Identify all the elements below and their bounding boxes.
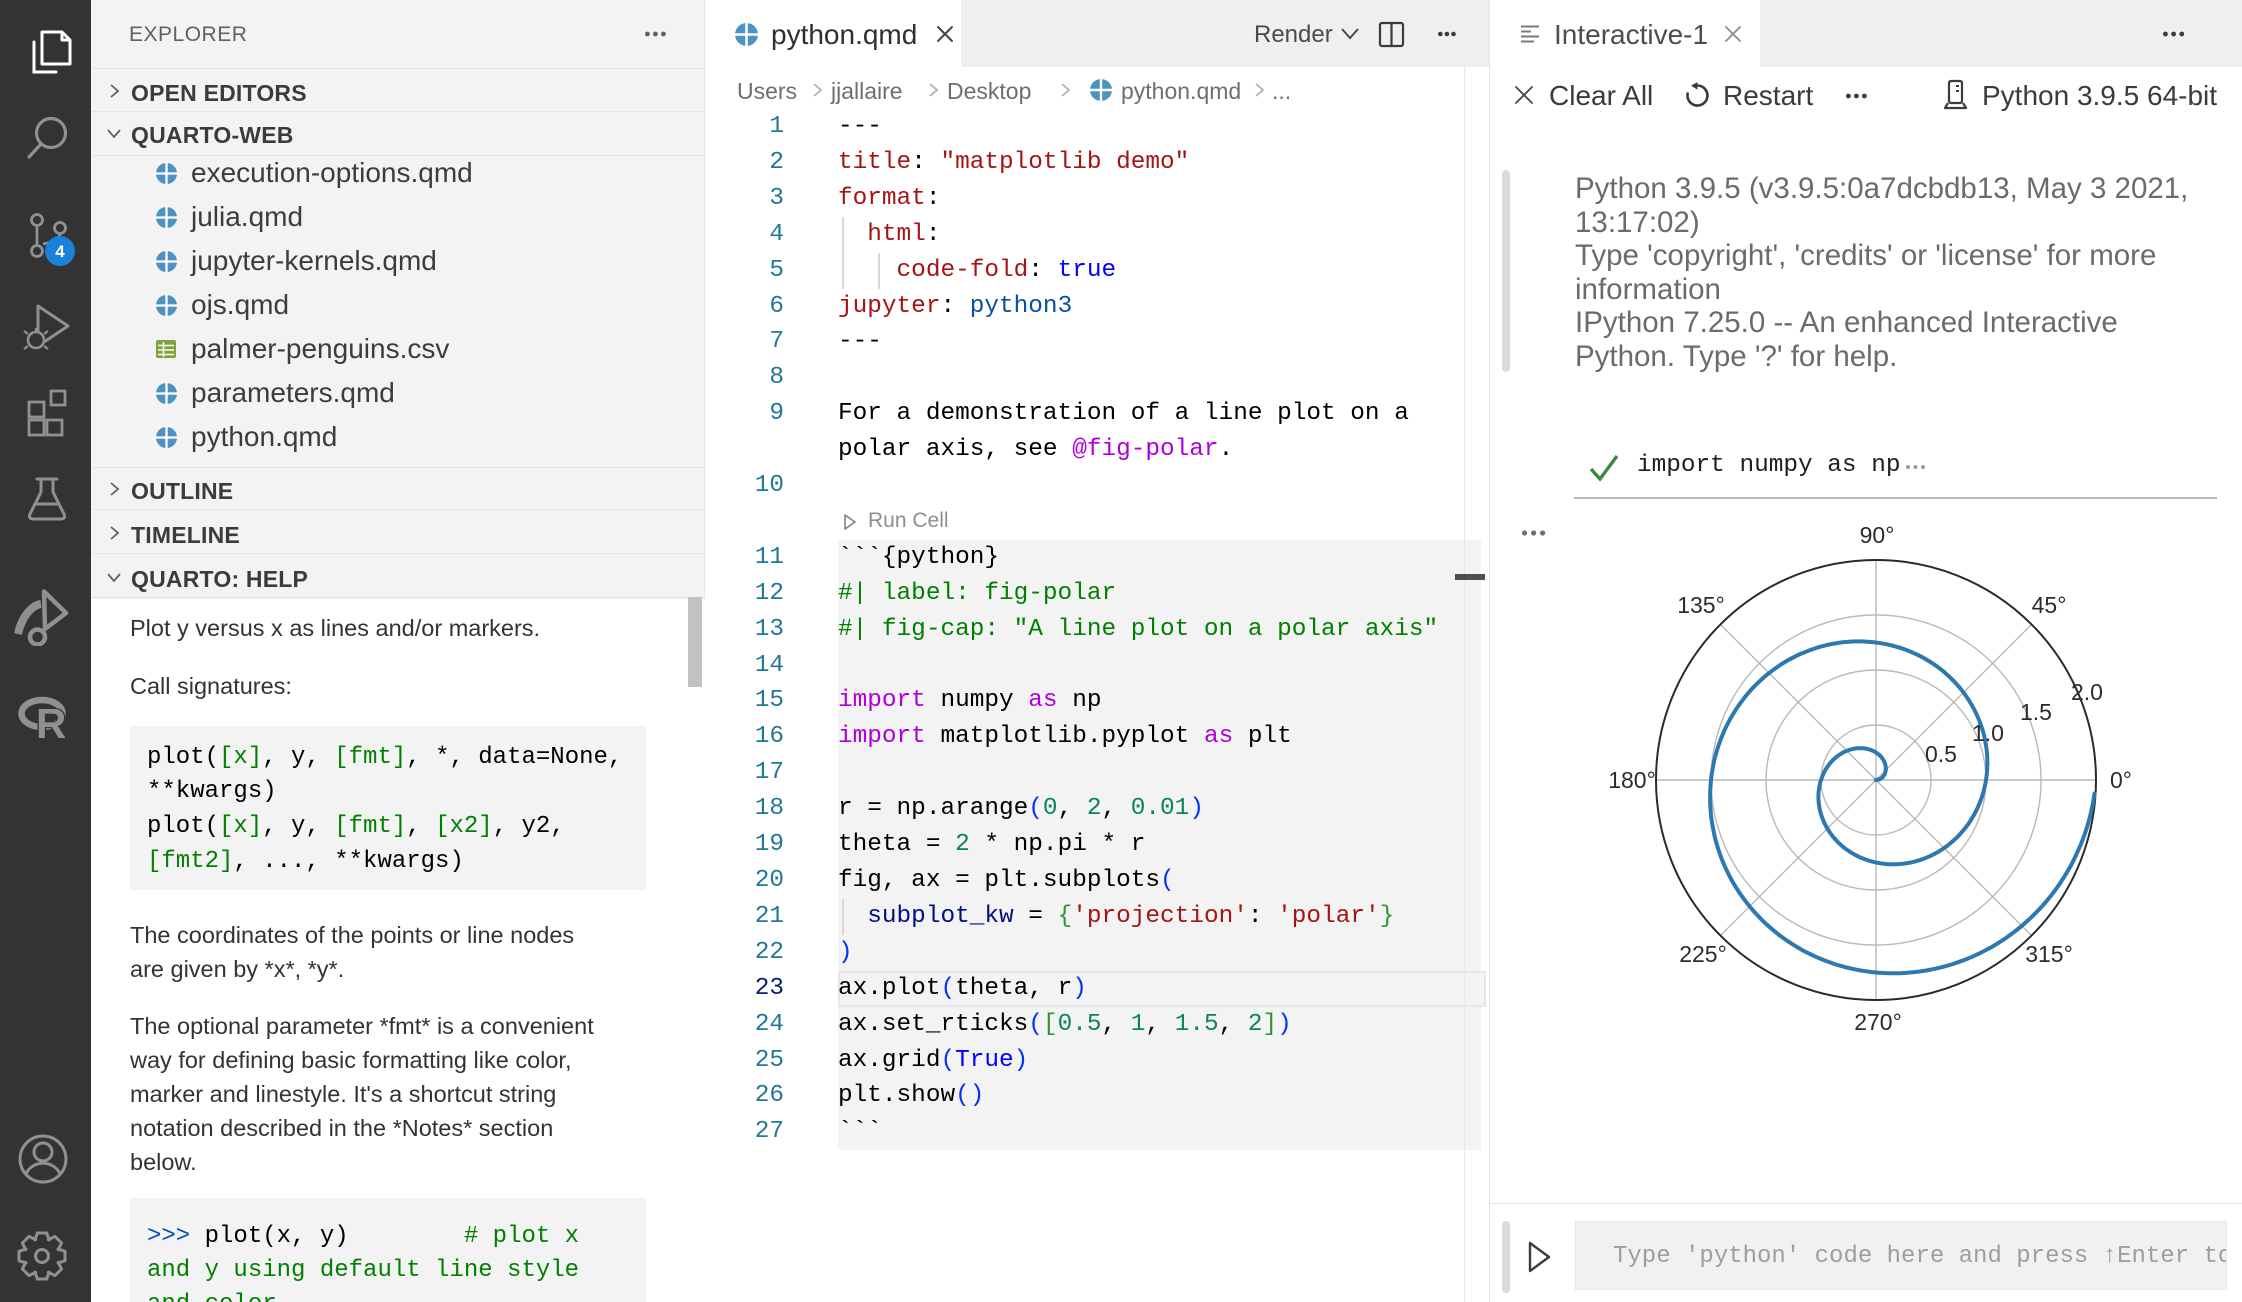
svg-text:315°: 315°	[2025, 941, 2073, 967]
svg-text:180°: 180°	[1608, 767, 1656, 793]
svg-text:225°: 225°	[1679, 941, 1727, 967]
svg-text:1.5: 1.5	[2020, 699, 2052, 725]
svg-text:R: R	[36, 700, 66, 744]
svg-text:0.5: 0.5	[1925, 741, 1957, 767]
svg-text:4: 4	[55, 242, 65, 261]
svg-text:45°: 45°	[2032, 592, 2067, 618]
svg-text:1.0: 1.0	[1972, 720, 2004, 746]
svg-text:270°: 270°	[1854, 1009, 1902, 1035]
svg-text:2.0: 2.0	[2071, 679, 2103, 705]
svg-text:135°: 135°	[1677, 592, 1725, 618]
svg-text:0°: 0°	[2110, 767, 2132, 793]
svg-text:90°: 90°	[1860, 522, 1895, 548]
